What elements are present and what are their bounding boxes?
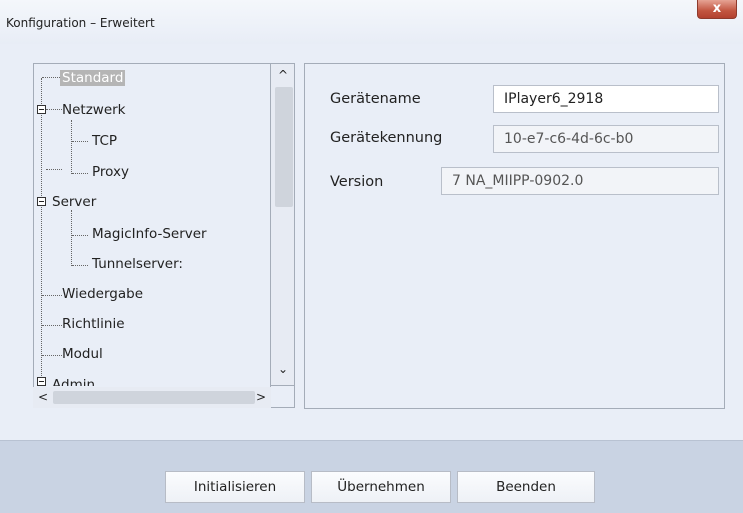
tree-item-label: TCP (92, 133, 118, 149)
tree-horizontal-scroll-thumb[interactable] (53, 391, 255, 404)
close-icon: x (712, 1, 722, 16)
tree-connector (46, 169, 62, 170)
device-id-label: Gerätekennung (330, 130, 443, 146)
tree-item-label: Standard (60, 70, 126, 86)
tree-item-label: Admin (52, 377, 96, 386)
tree-item-tcp[interactable]: TCP (90, 130, 119, 152)
tree-connector (72, 173, 88, 174)
tree-item-label: Richtlinie (62, 316, 125, 332)
tree-item-admin[interactable]: Admin (50, 374, 97, 386)
initialize-button[interactable]: Initialisieren (165, 471, 305, 503)
version-field[interactable]: 7 NA_MIIPP-0902.0 (441, 167, 719, 195)
tree-item-label: MagicInfo-Server (92, 226, 207, 242)
collapse-icon[interactable] (37, 377, 46, 386)
device-id-field[interactable]: 10-e7-c6-4d-6c-b0 (493, 125, 719, 153)
tree-connector (42, 77, 62, 78)
tree-item-tunnelserver[interactable]: Tunnelserver: (90, 253, 185, 275)
tree-item-magicinfo-server[interactable]: MagicInfo-Server (90, 223, 209, 245)
scroll-right-icon[interactable]: > (253, 390, 269, 404)
apply-button[interactable]: Übernehmen (311, 471, 451, 503)
collapse-icon[interactable] (37, 197, 46, 206)
tree-connector (42, 355, 62, 356)
tree-item-label: Wiedergabe (62, 286, 144, 302)
tree-item-richtlinie[interactable]: Richtlinie (60, 313, 127, 335)
tree-connector (42, 295, 62, 296)
window-title: Konfiguration – Erweitert (6, 16, 155, 30)
scrollbar-corner (271, 386, 295, 408)
version-label: Version (330, 174, 384, 190)
tree-item-standard[interactable]: Standard (60, 67, 126, 89)
tree-vertical-scroll-thumb[interactable] (275, 87, 293, 207)
tree-connector (71, 210, 72, 266)
tree-connector (41, 78, 42, 398)
close-button[interactable]: x (697, 0, 737, 19)
collapse-icon[interactable] (37, 105, 46, 114)
tree-item-label: Modul (62, 346, 103, 362)
tree-item-proxy[interactable]: Proxy (90, 161, 131, 183)
exit-button[interactable]: Beenden (457, 471, 595, 503)
properties-panel (304, 63, 725, 409)
tree-connector (72, 265, 88, 266)
tree-item-label: Server (52, 194, 97, 210)
tree-item-label: Netzwerk (62, 102, 126, 118)
tree-connector (71, 120, 72, 174)
title-bar: Konfiguration – Erweitert x (0, 0, 743, 44)
tree-connector (72, 141, 88, 142)
scroll-left-icon[interactable]: < (35, 390, 51, 404)
tree-item-server[interactable]: Server (50, 191, 98, 213)
scroll-down-icon[interactable]: ⌄ (275, 362, 291, 376)
tree-item-modul[interactable]: Modul (60, 343, 105, 365)
device-name-label: Gerätename (330, 91, 421, 107)
tree-item-netzwerk[interactable]: Netzwerk (60, 99, 128, 121)
tree-item-label: Tunnelserver: (92, 256, 183, 272)
tree-item-label: Proxy (92, 164, 129, 180)
tree-item-wiedergabe[interactable]: Wiedergabe (60, 283, 145, 305)
settings-tree: Standard Netzwerk TCP Proxy Server Magic… (33, 63, 271, 408)
device-name-field[interactable]: IPlayer6_2918 (493, 85, 719, 113)
tree-connector (42, 325, 62, 326)
tree-connector (72, 235, 88, 236)
scroll-up-icon[interactable]: ^ (275, 68, 291, 82)
